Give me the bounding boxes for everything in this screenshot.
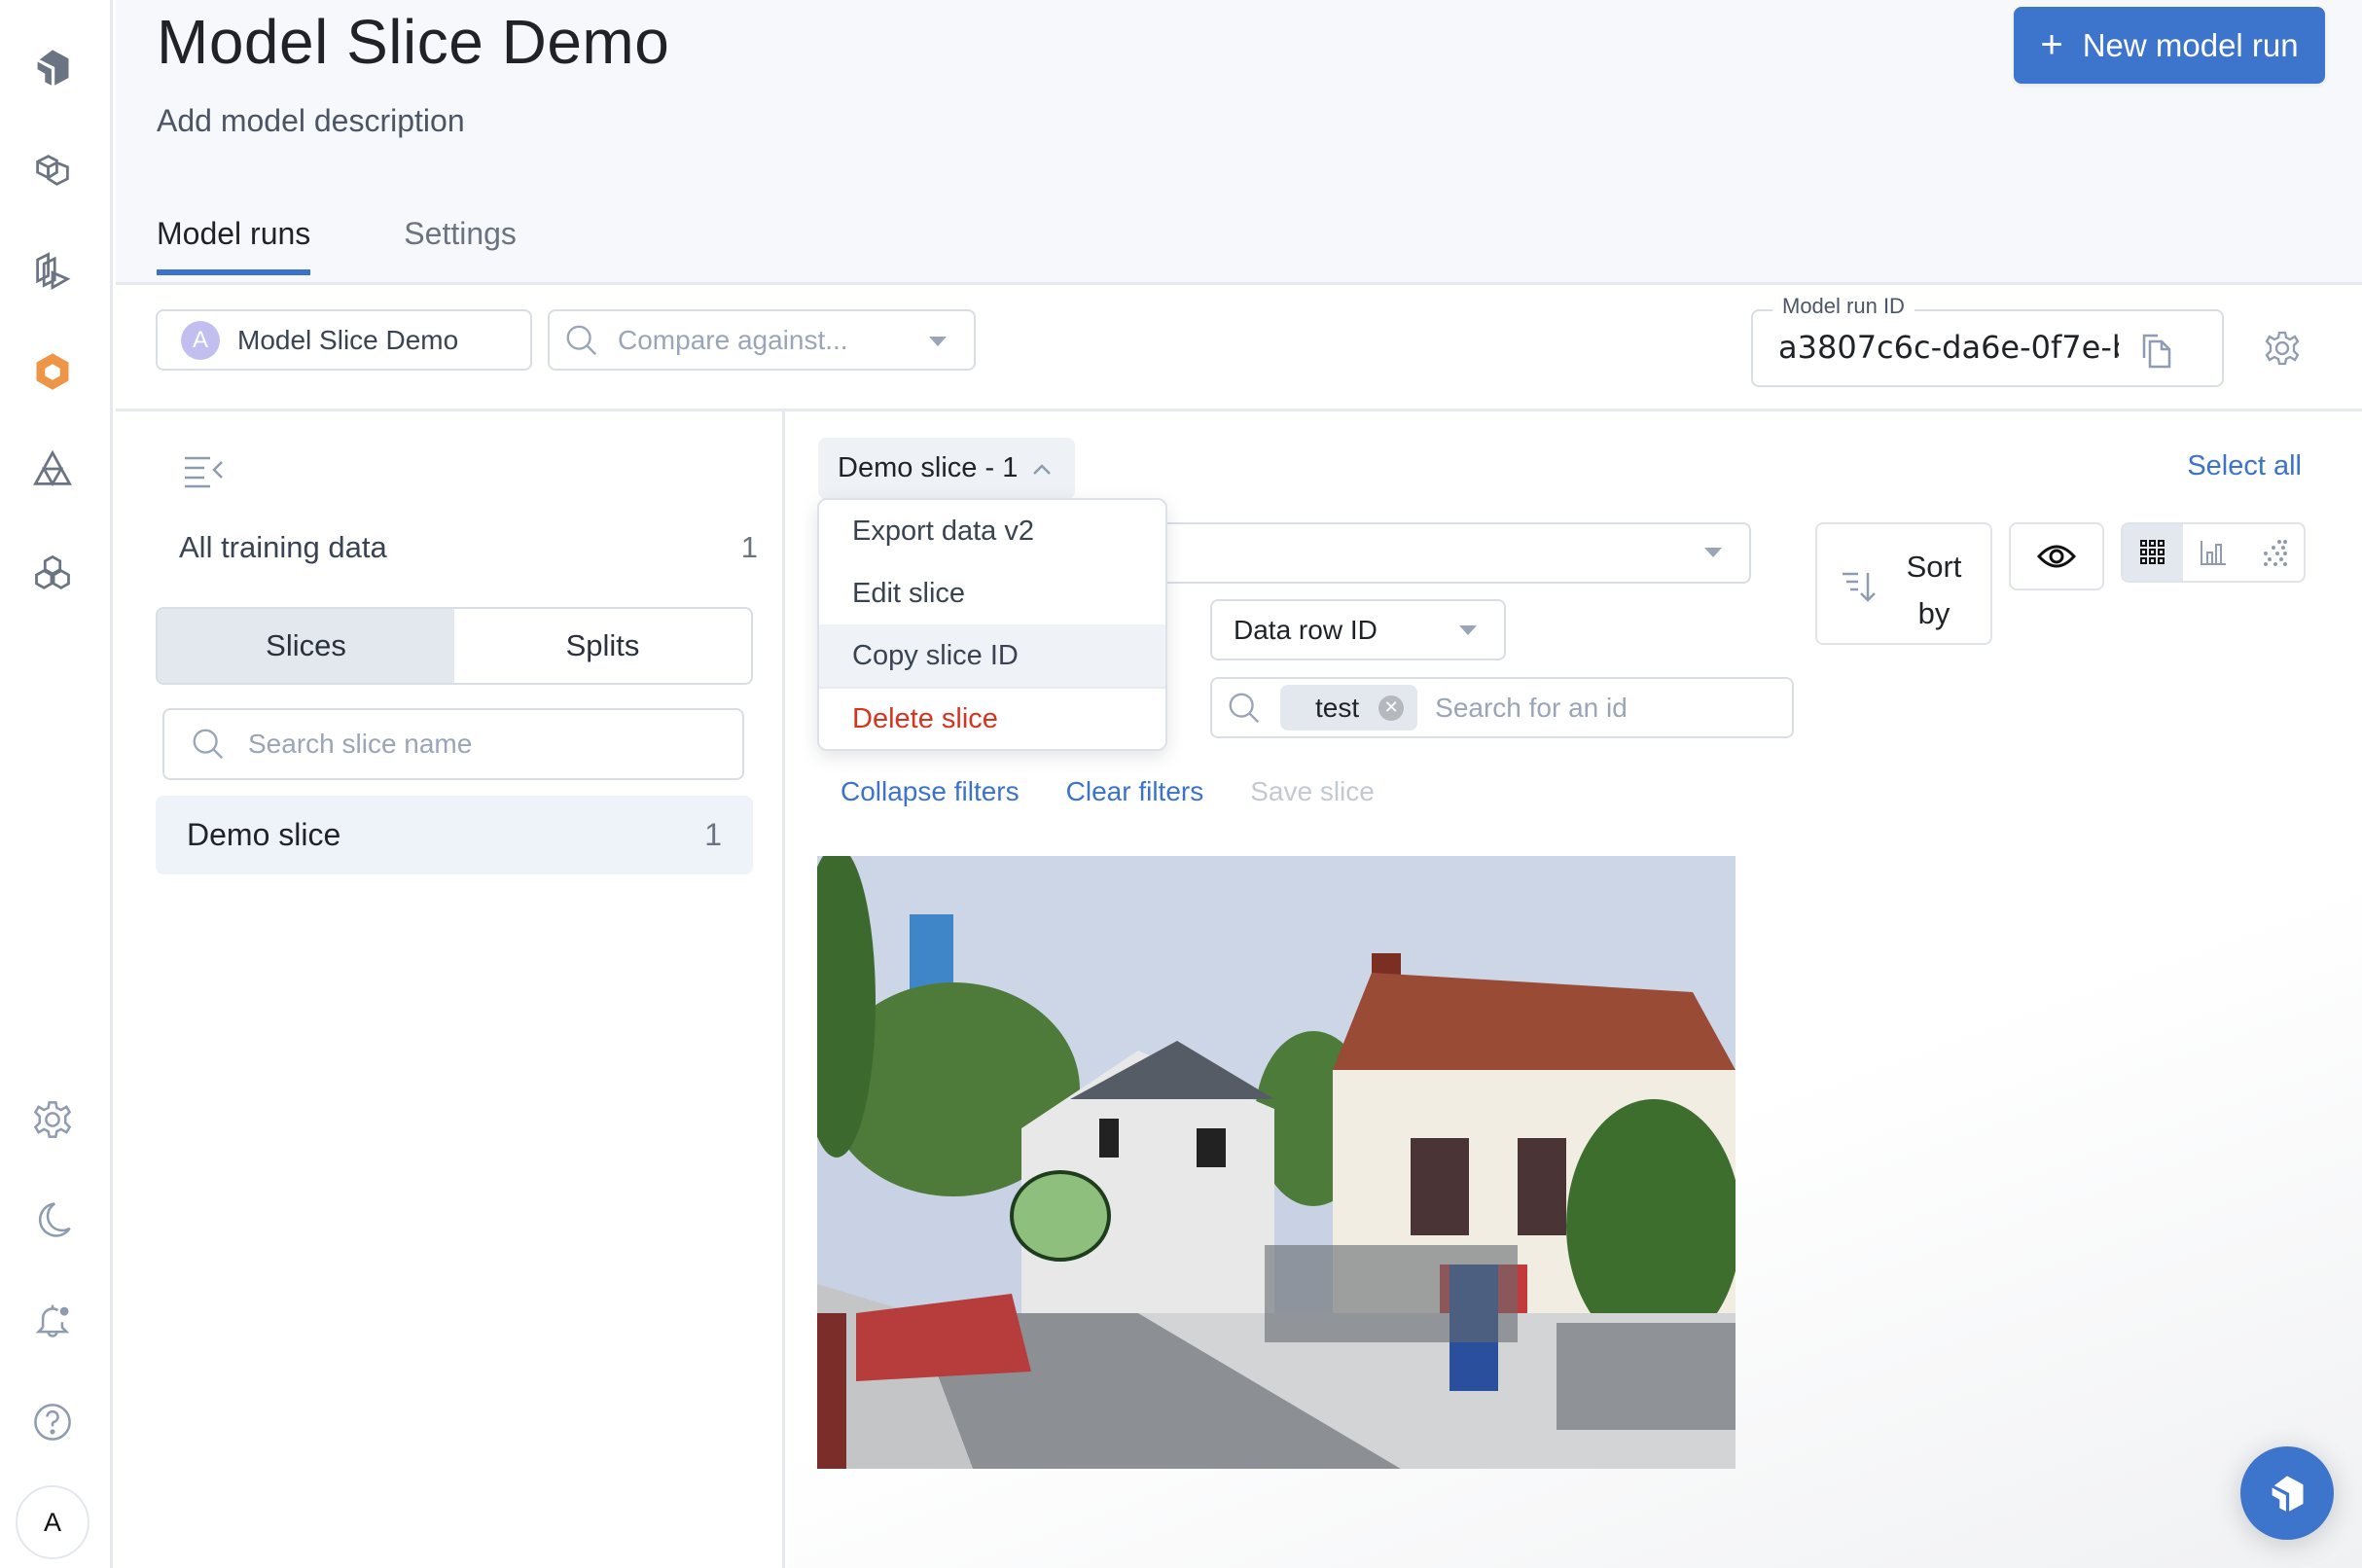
triangle-icon — [33, 449, 72, 487]
clear-filters-link[interactable]: Clear filters — [1066, 776, 1204, 807]
eye-icon — [2037, 545, 2076, 568]
slice-menu-label: Demo slice - 1 — [838, 452, 1019, 483]
rail-item-theme[interactable] — [29, 1196, 76, 1243]
chevron-down-icon — [929, 337, 947, 346]
data-row-id-value: Data row ID — [1234, 614, 1378, 645]
new-model-run-label: New model run — [2082, 26, 2299, 63]
all-training-data-row[interactable]: All training data 1 — [179, 530, 758, 565]
tab-settings[interactable]: Settings — [404, 216, 517, 271]
hex-cluster-icon — [35, 554, 70, 589]
slice-list-item[interactable]: Demo slice 1 — [156, 796, 753, 874]
help-circle-icon — [34, 1404, 71, 1441]
page-title: Model Slice Demo — [157, 7, 670, 77]
slice-actions-menu: Export data v2 Edit slice Copy slice ID … — [817, 498, 1167, 751]
view-grid-button[interactable] — [2123, 524, 2183, 581]
search-icon — [193, 729, 224, 760]
chevron-down-icon — [1459, 625, 1477, 635]
filter-select[interactable] — [1080, 522, 1751, 584]
rail-item-catalog[interactable] — [29, 44, 76, 90]
moon-icon — [38, 1202, 71, 1237]
search-icon — [1229, 693, 1260, 723]
chevron-down-icon — [1704, 548, 1722, 557]
layers-play-icon — [36, 252, 71, 290]
grid-icon — [2140, 540, 2165, 564]
street-scene-image — [817, 856, 1736, 1469]
model-avatar: A — [181, 320, 220, 360]
id-search-placeholder: Search for an id — [1435, 692, 1628, 723]
slice-name: Demo slice — [187, 817, 341, 852]
model-run-toolbar: A Model Slice Demo Compare against... Mo… — [116, 285, 2362, 411]
menu-item-edit-slice[interactable]: Edit slice — [819, 562, 1165, 624]
menu-item-export-data[interactable]: Export data v2 — [819, 500, 1165, 562]
slices-splits-toggle: Slices Splits — [156, 607, 753, 685]
menu-item-delete-slice[interactable]: Delete slice — [819, 687, 1165, 749]
menu-item-copy-slice-id[interactable]: Copy slice ID — [819, 624, 1165, 687]
cube-icon — [37, 50, 69, 86]
chevron-up-icon — [1033, 463, 1052, 475]
bell-icon — [35, 1304, 70, 1337]
id-search-input[interactable]: test ✕ Search for an id — [1210, 677, 1794, 738]
gear-icon[interactable] — [2263, 329, 2302, 368]
slice-count: 1 — [704, 817, 722, 852]
filter-tag: test ✕ — [1280, 685, 1418, 731]
new-model-run-button[interactable]: + New model run — [2014, 7, 2325, 84]
model-run-id-label: Model run ID — [1772, 294, 1915, 319]
copy-icon[interactable] — [2140, 333, 2173, 370]
compare-placeholder: Compare against... — [618, 324, 848, 355]
compare-against-input[interactable]: Compare against... — [548, 309, 976, 371]
left-rail: A — [0, 0, 113, 1568]
user-avatar[interactable]: A — [16, 1485, 89, 1559]
slices-panel: All training data 1 Slices Splits Search… — [116, 411, 785, 1568]
collapse-panel-icon[interactable] — [183, 450, 226, 489]
rail-item-help[interactable] — [29, 1399, 76, 1445]
gear-icon — [33, 1101, 72, 1138]
scatter-icon — [2264, 540, 2287, 566]
select-all-link[interactable]: Select all — [2187, 450, 2302, 482]
hexagon-icon — [36, 353, 69, 390]
filter-tag-label: test — [1315, 692, 1360, 723]
search-icon — [566, 325, 597, 355]
model-run-name: Model Slice Demo — [237, 324, 459, 355]
all-training-label: All training data — [179, 530, 387, 564]
cubes-icon — [36, 155, 69, 186]
slice-search-input[interactable]: Search slice name — [162, 708, 744, 780]
model-run-id-field[interactable]: Model run ID a3807c6c-da6e-0f7e-b — [1751, 294, 2224, 387]
model-description[interactable]: Add model description — [157, 103, 465, 139]
view-chart-button[interactable] — [2183, 524, 2243, 581]
rail-item-settings[interactable] — [29, 1096, 76, 1143]
model-run-id-value[interactable]: a3807c6c-da6e-0f7e-b — [1778, 329, 2119, 366]
save-slice-link: Save slice — [1250, 776, 1375, 806]
rail-item-integrations[interactable] — [29, 551, 76, 597]
view-scatter-button[interactable] — [2243, 524, 2304, 581]
rail-item-ontology[interactable] — [29, 445, 76, 492]
remove-tag-icon[interactable]: ✕ — [1378, 695, 1405, 721]
tab-bar: Model runs Settings — [157, 216, 517, 275]
tab-model-runs[interactable]: Model runs — [157, 216, 311, 275]
visibility-toggle-button[interactable] — [2009, 522, 2104, 590]
rail-item-workflows[interactable] — [29, 247, 76, 294]
data-row-thumbnail[interactable] — [817, 856, 1736, 1469]
sort-descending-icon — [1843, 572, 1876, 602]
data-row-id-select[interactable]: Data row ID — [1210, 599, 1506, 660]
all-training-count: 1 — [740, 530, 758, 564]
assistant-fab-button[interactable] — [2240, 1446, 2334, 1540]
segment-splits[interactable]: Splits — [454, 609, 751, 683]
slice-search-placeholder: Search slice name — [248, 729, 473, 759]
cube-icon — [2272, 1476, 2304, 1512]
view-mode-toggle — [2121, 522, 2306, 583]
page-header: Model Slice Demo Add model description M… — [116, 0, 2362, 285]
rail-item-annotate[interactable] — [29, 147, 76, 194]
plus-icon: + — [2040, 23, 2063, 66]
rail-item-model[interactable] — [29, 348, 76, 395]
sort-by-label: Sort by — [1906, 550, 1962, 630]
model-run-selector[interactable]: A Model Slice Demo — [156, 309, 532, 371]
slice-menu-button[interactable]: Demo slice - 1 — [818, 438, 1075, 499]
sort-by-button[interactable]: Sort by — [1815, 522, 1992, 645]
collapse-filters-link[interactable]: Collapse filters — [841, 776, 1020, 807]
bar-chart-icon — [2201, 541, 2226, 565]
rail-item-notifications[interactable] — [29, 1297, 76, 1343]
filter-actions: Collapse filters Clear filters Save slic… — [841, 776, 1375, 807]
segment-slices[interactable]: Slices — [158, 609, 454, 683]
